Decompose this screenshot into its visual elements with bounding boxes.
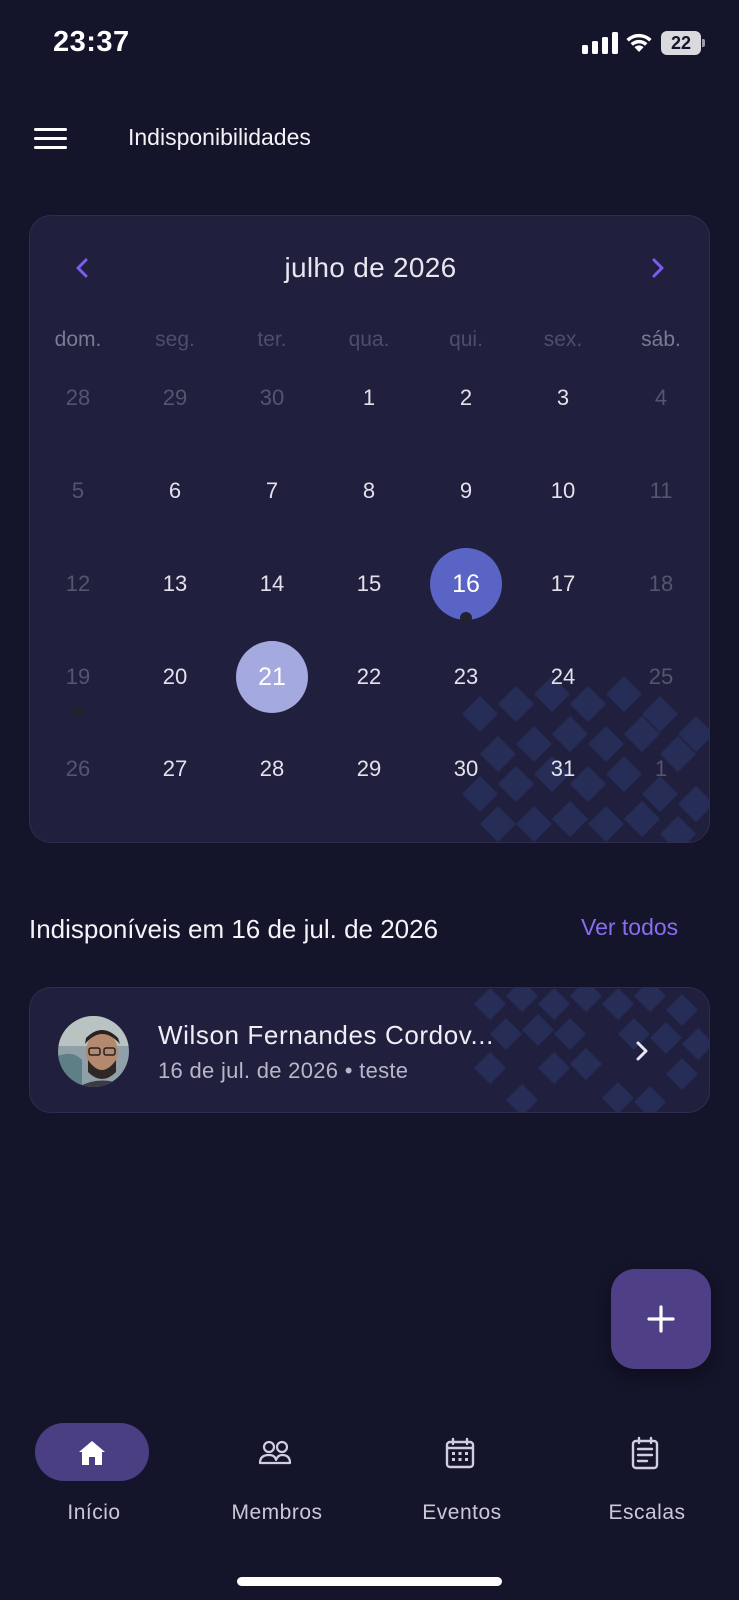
calendar-day[interactable]: 16 [430,548,502,620]
add-button[interactable] [611,1269,711,1369]
calendar-day[interactable]: 31 [527,733,599,805]
person-subtitle: 16 de jul. de 2026 • teste [158,1058,409,1083]
calendar-day[interactable]: 4 [625,362,697,434]
calendar-day[interactable]: 26 [42,733,114,805]
calendar-day[interactable]: 20 [139,641,211,713]
person-name: Wilson Fernandes Cordov... [158,1020,494,1050]
nav-label: Eventos [422,1501,502,1524]
calendar-day[interactable]: 18 [625,548,697,620]
nav-label: Membros [231,1501,323,1524]
calendar-day[interactable]: 14 [236,548,308,620]
calendar-day[interactable]: 8 [333,455,405,527]
page-title: Indisponibilidades [128,124,311,150]
see-all-link[interactable]: Ver todos [581,914,678,941]
calendar-day[interactable]: 7 [236,455,308,527]
nav-item-schedules[interactable]: Escalas [562,1423,732,1524]
calendar-day[interactable]: 22 [333,641,405,713]
status-bar: 23:37 22 [0,0,739,90]
calendar-grid: 28 29 30 1 2 3 4 5 6 7 8 9 10 11 12 13 14 15 16 17 18 19 20 21 2… [30,216,709,842]
calendar-day[interactable]: 29 [139,362,211,434]
calendar-day[interactable]: 25 [625,641,697,713]
wifi-icon [626,33,652,52]
nav-label: Início [67,1501,121,1524]
battery-icon: 22 [661,31,705,55]
nav-item-home[interactable]: Início [9,1423,179,1524]
home-indicator [237,1577,502,1586]
calendar-day[interactable]: 24 [527,641,599,713]
calendar-day[interactable]: 23 [430,641,502,713]
calendar-day[interactable]: 30 [236,362,308,434]
calendar-day[interactable]: 29 [333,733,405,805]
calendar-day[interactable]: 6 [139,455,211,527]
calendar-day[interactable]: 15 [333,548,405,620]
members-icon [258,1440,292,1465]
diamond-pattern-decoration [474,988,709,1112]
battery-level: 22 [661,31,701,55]
unavailability-marker [460,612,472,624]
app-bar: Indisponibilidades [0,110,739,166]
calendar-day[interactable]: 13 [139,548,211,620]
list-item[interactable]: Wilson Fernandes Cordov... 16 de jul. de… [29,987,710,1113]
calendar-day[interactable]: 3 [527,362,599,434]
section-title: Indisponíveis em 16 de jul. de 2026 [29,914,439,944]
calendar-day[interactable]: 28 [236,733,308,805]
calendar-day[interactable]: 1 [625,733,697,805]
calendar-day[interactable]: 28 [42,362,114,434]
calendar-day[interactable]: 1 [333,362,405,434]
calendar-day[interactable]: 12 [42,548,114,620]
home-icon [79,1441,105,1465]
calendar-day[interactable]: 5 [42,455,114,527]
calendar-day[interactable]: 10 [527,455,599,527]
calendar-icon [445,1437,475,1469]
nav-item-events[interactable]: Eventos [377,1423,547,1524]
cellular-signal-icon [582,32,618,54]
calendar-day[interactable]: 11 [625,455,697,527]
status-time: 23:37 [53,26,130,58]
chevron-right-icon [636,1041,648,1061]
calendar-day[interactable]: 19 [42,641,114,713]
bottom-nav: Início Membros Eventos Escalas [0,1410,739,1530]
nav-item-members[interactable]: Membros [192,1423,362,1524]
calendar-day[interactable]: 27 [139,733,211,805]
plus-icon [647,1305,675,1333]
calendar-day[interactable]: 21 [236,641,308,713]
nav-label: Escalas [608,1501,686,1524]
calendar-day[interactable]: 9 [430,455,502,527]
calendar-day[interactable]: 17 [527,548,599,620]
screen: 23:37 22 Indisponibilidades julho de 202… [0,0,739,1600]
menu-icon[interactable] [34,126,67,150]
avatar [58,1016,129,1087]
calendar-day[interactable]: 2 [430,362,502,434]
calendar-day[interactable]: 30 [430,733,502,805]
schedule-icon [631,1436,659,1470]
unavailability-marker [72,705,84,717]
calendar-card: julho de 2026 dom. seg. ter. qua. qui. s… [29,215,710,843]
